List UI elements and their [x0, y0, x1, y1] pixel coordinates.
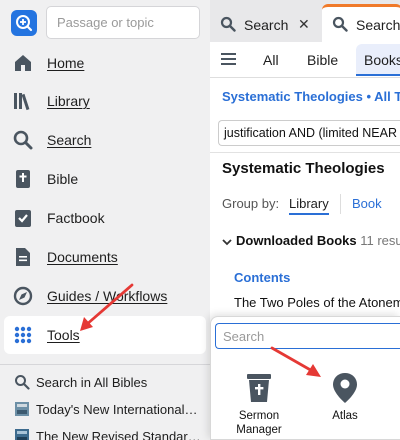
recent-item[interactable]: Search in All Bibles: [0, 369, 210, 395]
book-title[interactable]: The Two Poles of the Atonem: [234, 295, 400, 310]
group-by-library[interactable]: Library: [289, 196, 329, 215]
recent-item-label: Today's New International…: [36, 402, 198, 417]
map-pin-icon: [333, 373, 357, 403]
sidebar-item-guides[interactable]: Guides / Workflows: [4, 277, 206, 315]
group-by-label: Group by:: [222, 196, 280, 211]
sidebar-item-bible[interactable]: Bible: [4, 160, 206, 198]
search-icon: [15, 375, 30, 390]
tool-label: Atlas: [300, 409, 390, 423]
documents-icon: [16, 248, 30, 266]
sidebar-item-label: Library: [47, 93, 90, 109]
sidebar-item-label: Factbook: [47, 210, 105, 226]
hamburger-menu-icon[interactable]: [220, 51, 238, 67]
group-by-book[interactable]: Book: [352, 196, 382, 211]
downloaded-books-header[interactable]: Downloaded Books 11 resul: [222, 233, 400, 248]
sidebar-item-documents[interactable]: Documents: [4, 238, 206, 276]
sermon-manager-icon: [247, 374, 271, 402]
filter-tab-bible[interactable]: Bible: [307, 52, 338, 68]
passage-search-placeholder: Passage or topic: [57, 15, 154, 30]
factbook-icon: [15, 210, 31, 227]
sidebar-item-label: Bible: [47, 171, 79, 187]
guides-icon: [13, 286, 33, 306]
tab-label: Search: [244, 17, 289, 33]
tool-atlas[interactable]: Atlas: [300, 369, 390, 440]
app-logo[interactable]: [11, 10, 37, 36]
sidebar-divider: [0, 364, 210, 365]
sidebar-item-label: Tools: [47, 327, 80, 343]
tab-search-1[interactable]: Search ✕: [210, 4, 320, 42]
downloaded-label: Downloaded Books: [236, 233, 357, 248]
chevron-down-icon: [222, 238, 232, 245]
sidebar-item-search[interactable]: Search: [4, 121, 206, 159]
tools-search-placeholder: Search: [223, 329, 265, 344]
search-icon: [220, 16, 236, 32]
divider: [340, 194, 341, 214]
book-cover-icon: [15, 402, 29, 416]
search-logo-icon: [16, 15, 33, 32]
tool-label-line: Atlas: [332, 410, 358, 422]
sidebar: Passage or topic Home Library Search Bib…: [0, 0, 210, 440]
filter-tab-all[interactable]: All: [263, 52, 279, 68]
home-icon: [15, 55, 31, 71]
grid-icon: [14, 326, 32, 344]
result-count: 11 resul: [360, 233, 400, 248]
recent-item[interactable]: The New Revised Standar…: [0, 423, 210, 440]
sidebar-item-factbook[interactable]: Factbook: [4, 199, 206, 237]
sidebar-item-label: Documents: [47, 249, 118, 265]
tab-label: Search: [356, 17, 400, 33]
tab-search-2[interactable]: Search: [322, 4, 400, 42]
query-input[interactable]: justification AND (limited NEAR: [218, 120, 400, 146]
sidebar-item-library[interactable]: Library: [4, 82, 206, 120]
divider: [210, 152, 400, 153]
book-cover-icon: [15, 429, 29, 440]
breadcrumb[interactable]: Systematic Theologies • All To: [222, 89, 400, 104]
tool-sermon-manager[interactable]: Sermon Manager: [214, 369, 304, 440]
query-text: justification AND (limited NEAR: [224, 126, 397, 140]
sidebar-item-tools[interactable]: Tools: [4, 316, 206, 354]
divider: [210, 77, 400, 78]
passage-search-input[interactable]: Passage or topic: [46, 6, 200, 39]
sidebar-item-label: Guides / Workflows: [47, 288, 168, 304]
library-icon: [14, 93, 30, 111]
recent-item-label: Search in All Bibles: [36, 375, 148, 390]
sidebar-item-label: Home: [47, 55, 85, 71]
recent-item[interactable]: Today's New International…: [0, 396, 210, 422]
tool-label: Sermon Manager: [214, 409, 304, 437]
sidebar-item-label: Search: [47, 132, 92, 148]
search-icon: [13, 130, 33, 150]
filter-tab-books[interactable]: Books: [356, 44, 400, 76]
tool-label-line: Manager: [236, 424, 282, 436]
bible-icon: [16, 170, 30, 188]
search-icon: [332, 16, 348, 32]
recent-item-label: The New Revised Standar…: [36, 429, 201, 440]
tool-label-line: Sermon: [238, 410, 280, 422]
contents-link[interactable]: Contents: [234, 270, 290, 285]
tools-popup: Search Sermon Manager Atlas: [210, 316, 400, 440]
tools-search-input[interactable]: Search: [215, 323, 400, 349]
sidebar-item-home[interactable]: Home: [4, 44, 206, 82]
tab-bar: Search ✕ Search: [210, 0, 400, 42]
close-icon[interactable]: ✕: [298, 16, 310, 33]
section-title: Systematic Theologies: [222, 160, 385, 177]
